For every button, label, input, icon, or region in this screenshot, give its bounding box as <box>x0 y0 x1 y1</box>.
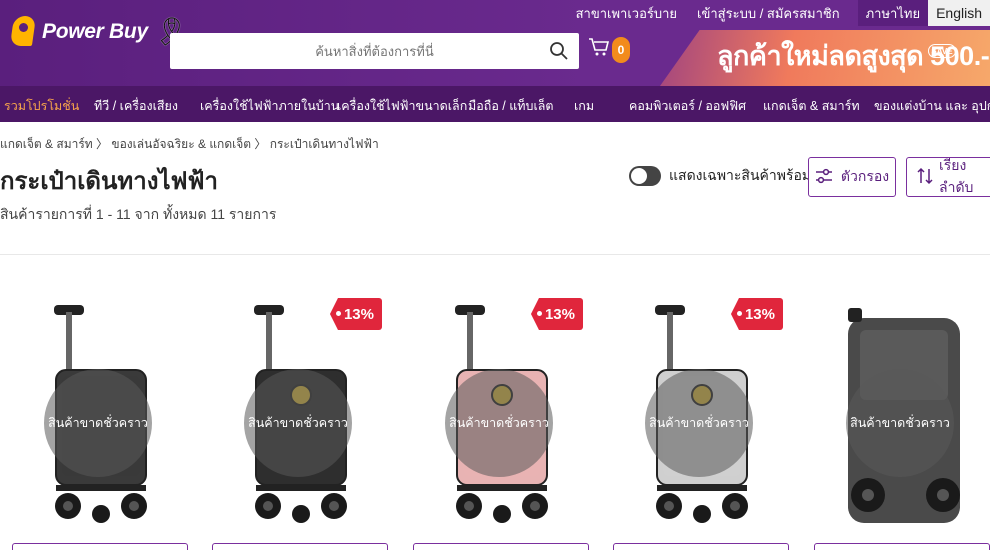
nav-item-games[interactable]: เกม <box>574 96 594 116</box>
out-of-stock-overlay: สินค้าขาดชั่วคราว <box>846 369 954 477</box>
in-stock-toggle[interactable]: แสดงเฉพาะสินค้าพร้อมส่ง <box>629 165 827 187</box>
site-header: Power Buy 🎗 0 สาขาเพาเวอร์บาย เข้าสู่ระบ… <box>0 0 990 86</box>
top-links: สาขาเพาเวอร์บาย เข้าสู่ระบบ / สมัครสมาชิ… <box>566 0 990 26</box>
toggle-switch[interactable] <box>629 166 661 186</box>
language-switcher: ภาษาไทย English <box>857 0 990 26</box>
out-of-stock-overlay: สินค้าขาดชั่วคราว <box>445 369 553 477</box>
search-icon[interactable] <box>539 33 579 69</box>
nav-item-home-decor[interactable]: ของแต่งบ้าน และ อุปกรณ์ <box>874 96 990 116</box>
result-count: สินค้ารายการที่ 1 - 11 จาก ทั้งหมด 11 รา… <box>0 206 277 222</box>
search-input[interactable] <box>170 33 539 69</box>
nav-item-promotions[interactable]: รวมโปรโมชั่น <box>4 96 79 116</box>
logo-mark-icon <box>9 14 38 50</box>
brand-logo[interactable]: Power Buy 🎗 <box>9 14 189 50</box>
save-tag: SAVE <box>928 44 956 58</box>
filter-button-label: ตัวกรอง <box>840 168 890 184</box>
product-action-button[interactable] <box>212 543 388 550</box>
sort-arrows-icon <box>917 167 933 188</box>
product-action-button[interactable] <box>814 543 990 550</box>
sort-button[interactable]: เรียงลำดับ <box>906 157 990 197</box>
product-action-button[interactable] <box>413 543 589 550</box>
category-nav: รวมโปรโมชั่น ทีวี / เครื่องเสียง เครื่อง… <box>0 86 990 122</box>
sort-button-label: เรียงลำดับ <box>939 157 974 195</box>
page-title: กระเป๋าเดินทางไฟฟ้า <box>0 168 218 195</box>
filter-sliders-icon <box>815 168 833 187</box>
breadcrumb[interactable]: แกดเจ็ต & สมาร์ท 〉 ของเล่นอัจฉริยะ & แกด… <box>0 135 379 154</box>
brand-name: Power Buy <box>42 20 148 43</box>
discount-badge: 13% <box>730 298 783 330</box>
filter-button[interactable]: ตัวกรอง <box>808 157 896 197</box>
section-divider <box>0 254 990 255</box>
product-card[interactable]: สินค้าขาดชั่วคราว 13% <box>607 290 797 550</box>
lang-thai-button[interactable]: ภาษาไทย <box>857 0 929 26</box>
out-of-stock-overlay: สินค้าขาดชั่วคราว <box>244 369 352 477</box>
discount-badge: 13% <box>329 298 382 330</box>
lang-english-button[interactable]: English <box>928 0 990 26</box>
in-stock-toggle-label: แสดงเฉพาะสินค้าพร้อมส่ง <box>669 167 827 183</box>
out-of-stock-overlay: สินค้าขาดชั่วคราว <box>645 369 753 477</box>
product-card[interactable]: สินค้าขาดชั่วคราว 13% <box>206 290 396 550</box>
nav-item-mobile-tablet[interactable]: มือถือ / แท็บเล็ต <box>468 96 554 116</box>
nav-item-computer-office[interactable]: คอมพิวเตอร์ / ออฟฟิศ <box>629 96 746 116</box>
cart-button[interactable]: 0 <box>588 36 630 63</box>
product-card[interactable]: สินค้าขาดชั่วคราว 13% <box>407 290 597 550</box>
product-action-button[interactable] <box>613 543 789 550</box>
product-card[interactable]: สินค้าขาดชั่วคราว <box>808 290 990 550</box>
nav-item-home-appliances[interactable]: เครื่องใช้ไฟฟ้าภายในบ้าน <box>200 96 339 116</box>
product-action-button[interactable] <box>12 543 188 550</box>
discount-badge: 13% <box>530 298 583 330</box>
out-of-stock-overlay: สินค้าขาดชั่วคราว <box>44 369 152 477</box>
login-register-link[interactable]: เข้าสู่ระบบ / สมัครสมาชิก <box>687 3 850 24</box>
nav-item-tv-audio[interactable]: ทีวี / เครื่องเสียง <box>94 96 178 116</box>
cart-icon <box>588 36 610 63</box>
product-card[interactable]: สินค้าขาดชั่วคราว <box>6 290 196 550</box>
nav-item-gadget-smart[interactable]: แกดเจ็ต & สมาร์ท <box>763 96 860 116</box>
store-locator-link[interactable]: สาขาเพาเวอร์บาย <box>566 3 687 24</box>
search-bar <box>170 33 579 69</box>
nav-item-small-appliances[interactable]: เครื่องใช้ไฟฟ้าขนาดเล็ก <box>337 96 467 116</box>
cart-count-badge: 0 <box>612 36 630 63</box>
